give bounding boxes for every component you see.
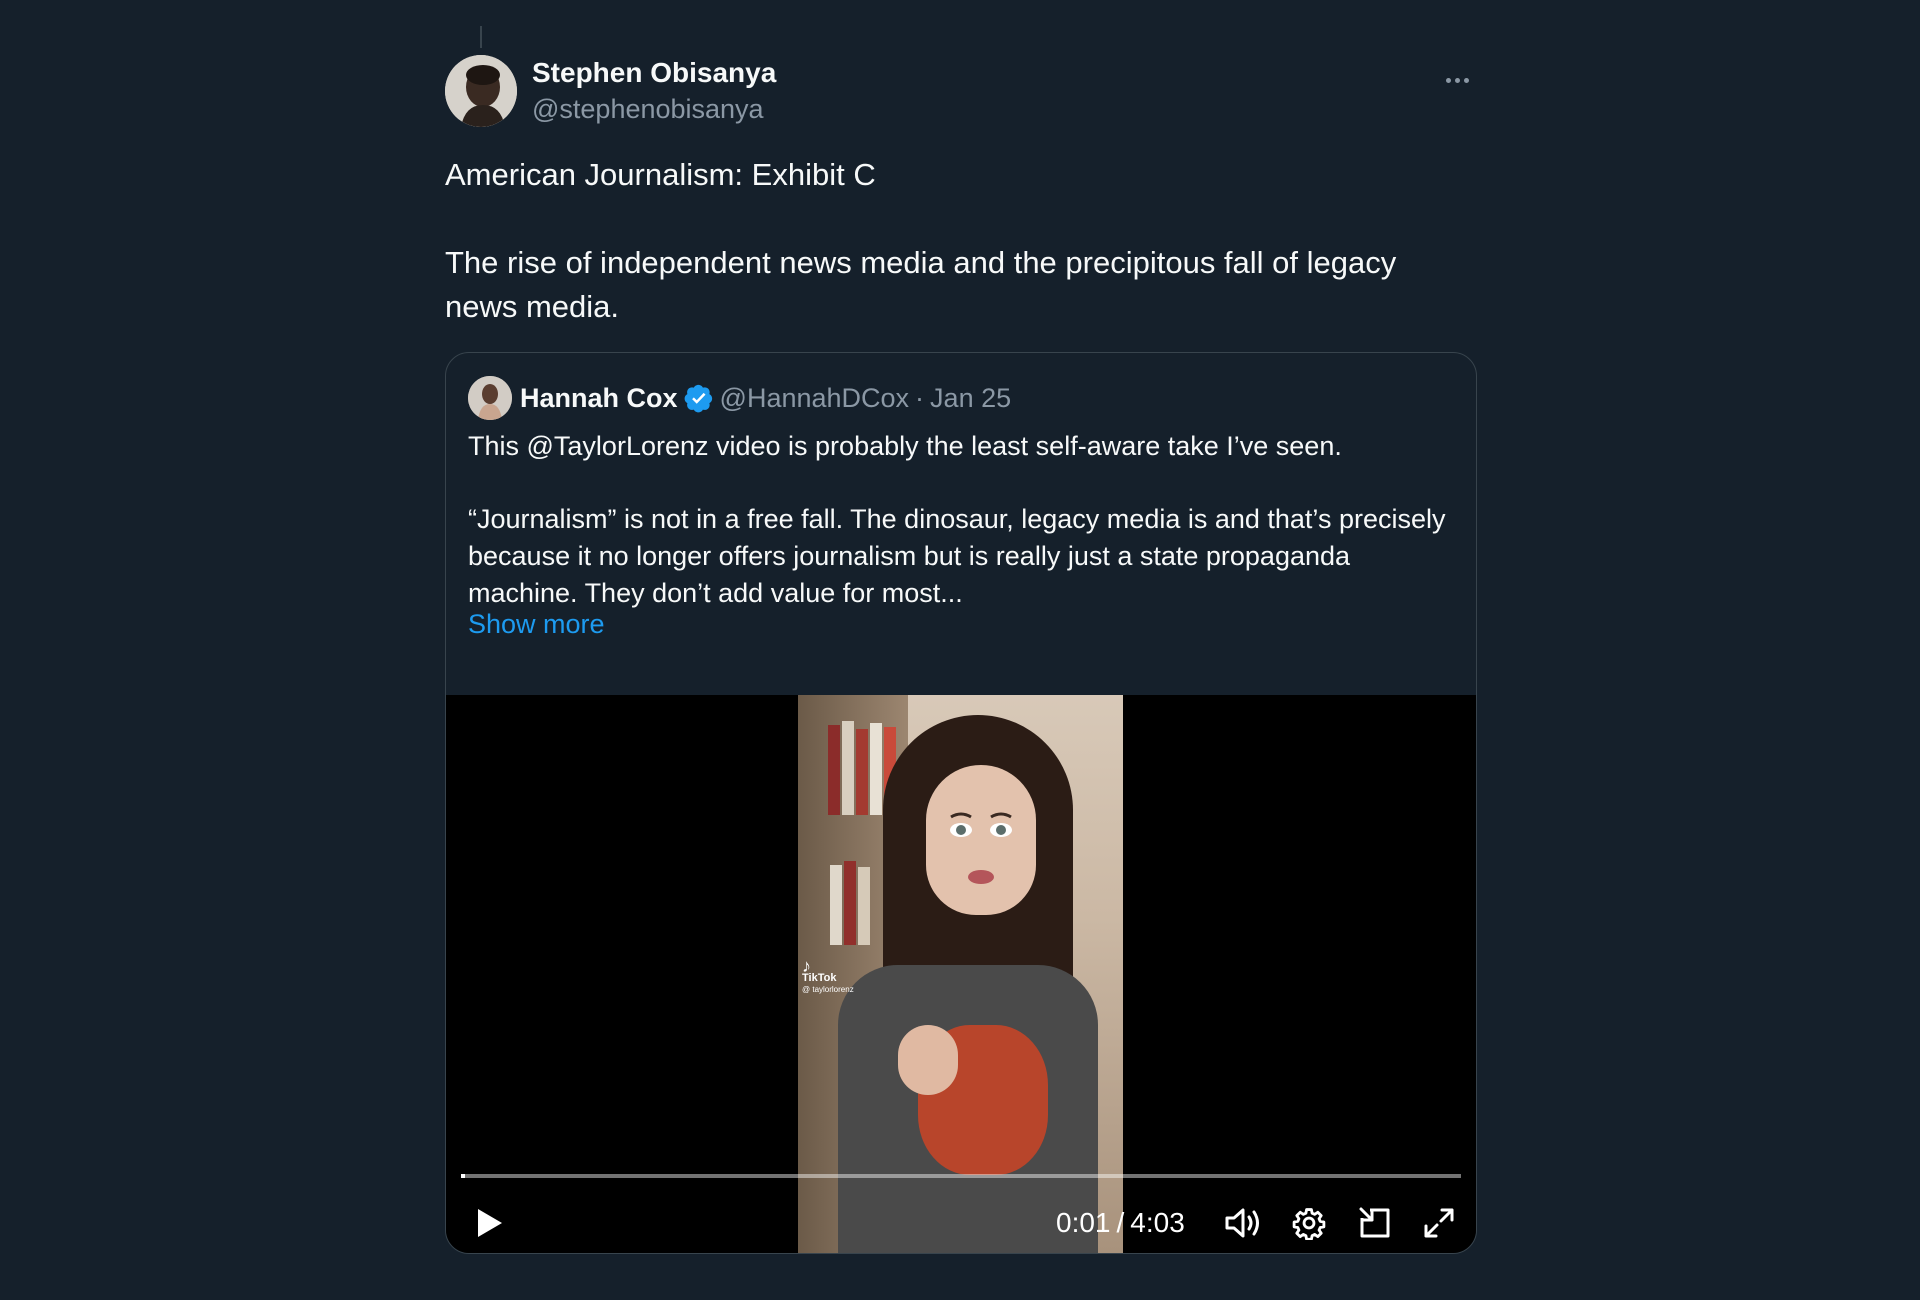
tweet-header: Stephen Obisanya @stephenobisanya <box>445 55 1477 129</box>
quoted-text-line: “Journalism” is not in a free fall. The … <box>468 504 1446 608</box>
separator-dot: · <box>915 382 925 413</box>
dock-button[interactable] <box>1350 1195 1400 1251</box>
fullscreen-icon <box>1424 1208 1454 1238</box>
more-horizontal-icon <box>1445 77 1451 83</box>
video-player[interactable]: ♪ TikTok @ taylorlorenz 0:01 / 4:03 <box>446 695 1476 1253</box>
quoted-tweet-header: Hannah Cox @HannahDCox · Jan 25 <box>468 376 1011 420</box>
settings-button[interactable] <box>1284 1195 1334 1251</box>
quoted-avatar[interactable] <box>468 376 512 420</box>
video-progress-bar[interactable] <box>461 1174 1461 1178</box>
quoted-author-name[interactable]: Hannah Cox <box>520 383 678 414</box>
author-handle[interactable]: @stephenobisanya <box>532 91 776 127</box>
tiktok-watermark: ♪ TikTok @ taylorlorenz <box>802 956 854 996</box>
tweet-text-line: American Journalism: Exhibit C <box>445 157 876 192</box>
video-controls: 0:01 / 4:03 <box>446 1195 1476 1251</box>
tiktok-brand: TikTok <box>802 972 837 984</box>
avatar[interactable] <box>445 55 517 127</box>
author-name-block: Stephen Obisanya @stephenobisanya <box>532 55 776 127</box>
person-hand <box>898 1025 958 1095</box>
tiktok-handle: @ taylorlorenz <box>802 985 854 994</box>
video-frame: ♪ TikTok @ taylorlorenz <box>798 695 1123 1253</box>
more-dot <box>1454 77 1460 83</box>
tweet-text: American Journalism: Exhibit C The rise … <box>445 153 1477 329</box>
current-time: 0:01 <box>1056 1207 1111 1238</box>
quoted-text-line: This @TaylorLorenz video is probably the… <box>468 431 1342 461</box>
quoted-tweet-date[interactable]: Jan 25 <box>930 383 1011 414</box>
author-display-name[interactable]: Stephen Obisanya <box>532 55 776 91</box>
quoted-author-handle[interactable]: @HannahDCox <box>720 383 910 414</box>
fullscreen-button[interactable] <box>1414 1195 1464 1251</box>
volume-button[interactable] <box>1218 1195 1268 1251</box>
volume-icon <box>1225 1208 1259 1238</box>
thread-connector-line <box>480 26 482 48</box>
duration: 4:03 <box>1130 1207 1185 1238</box>
tweet-text-line: The rise of independent news media and t… <box>445 245 1397 324</box>
dock-icon <box>1359 1207 1390 1238</box>
show-more-link[interactable]: Show more <box>468 609 605 640</box>
verified-badge-icon <box>684 383 714 413</box>
video-time: 0:01 / 4:03 <box>1056 1195 1185 1251</box>
time-separator: / <box>1116 1207 1125 1238</box>
play-button[interactable] <box>464 1195 514 1251</box>
more-options-button[interactable] <box>1437 65 1477 95</box>
more-dot <box>1463 77 1469 83</box>
play-icon <box>478 1209 502 1237</box>
video-progress-fill <box>461 1174 465 1178</box>
quoted-tweet[interactable]: Hannah Cox @HannahDCox · Jan 25 This @Ta… <box>445 352 1477 1254</box>
gear-icon <box>1292 1208 1326 1240</box>
quoted-tweet-text: This @TaylorLorenz video is probably the… <box>468 428 1448 612</box>
tiktok-logo-icon: ♪ <box>802 956 811 976</box>
person-face <box>926 765 1036 915</box>
